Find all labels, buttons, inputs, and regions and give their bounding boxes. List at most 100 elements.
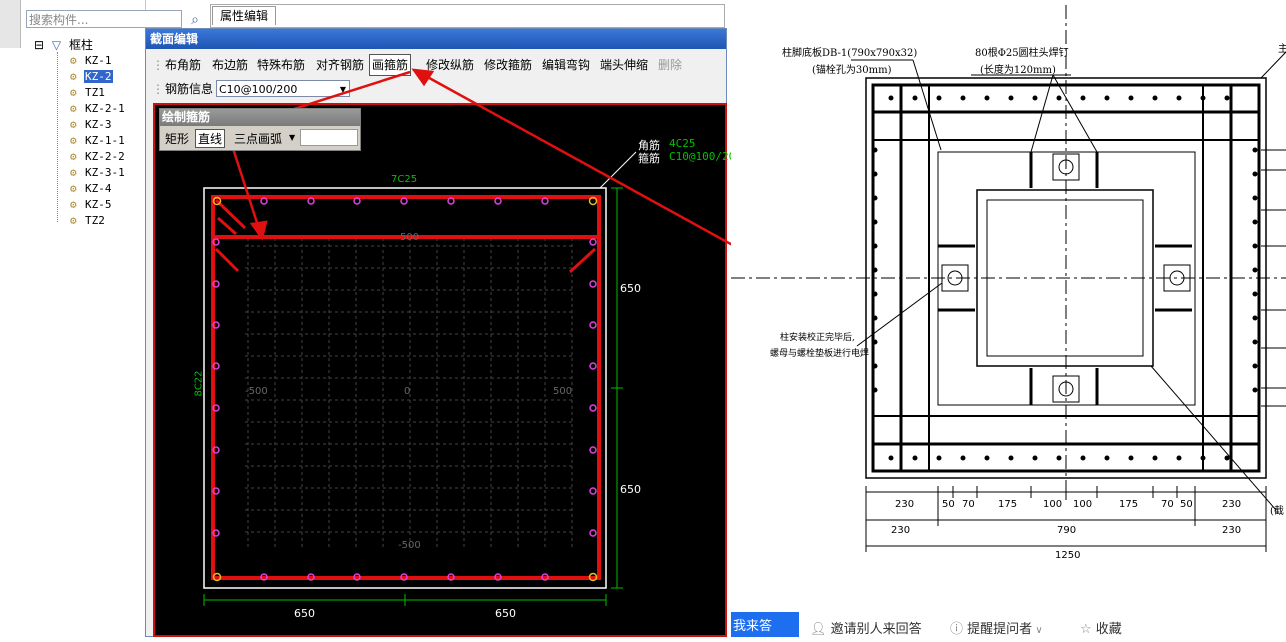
collect-label: 收藏 <box>1095 622 1122 637</box>
reference-rebar-dot <box>936 95 942 101</box>
reference-rebar-dot <box>872 387 878 393</box>
chevron-down-icon: ∨ <box>1032 625 1043 636</box>
reference-rebar-dot <box>1032 455 1038 461</box>
reference-rebar-dot <box>872 363 878 369</box>
hook-line-tl1 <box>214 198 247 230</box>
invite-button[interactable]: 👤︎ 邀请别人来回答 <box>810 618 922 637</box>
grid-label-top: 500 <box>400 232 420 243</box>
reference-rebar-dot <box>1104 455 1110 461</box>
reference-rebar-dot <box>872 315 878 321</box>
reference-rebar-dot <box>1252 363 1258 369</box>
note-base-plate: 柱脚底板DB-1(790x790x32) <box>782 48 918 59</box>
reference-rebar-dot <box>912 95 918 101</box>
collect-button[interactable]: ☆ 收藏 <box>1080 618 1122 637</box>
reference-rebar-dot <box>1200 455 1206 461</box>
dim-bottom-right: 650 <box>495 607 516 620</box>
info-icon: ⓘ <box>950 622 964 637</box>
reference-rebar-dot <box>872 147 878 153</box>
reference-rebar-dot <box>1224 455 1230 461</box>
answer-button[interactable]: 我来答 <box>731 612 799 637</box>
note-install: 柱安装校正完毕后, <box>780 333 855 343</box>
reference-rebar-dot <box>936 455 942 461</box>
side-rebar-label: 8C22 <box>193 370 205 397</box>
remind-label: 提醒提问者 <box>967 622 1033 637</box>
dim-row1-value: 175 <box>998 499 1018 510</box>
edge-rebar <box>589 404 597 412</box>
shape-arc-button[interactable]: 三点画弧 <box>234 130 282 147</box>
reference-rebar-dot <box>960 455 966 461</box>
reference-rebar-dot <box>1200 95 1206 101</box>
grid-label-bottom: -500 <box>398 540 421 551</box>
reference-rebar-dot <box>1176 95 1182 101</box>
reference-rebar-dot <box>1152 95 1158 101</box>
remind-button[interactable]: ⓘ 提醒提问者 ∨ <box>950 618 1043 637</box>
edge-rebar <box>589 446 597 454</box>
reference-rebar-dot <box>1056 455 1062 461</box>
grid-label-left: -500 <box>245 386 268 397</box>
dim-row1-value: 230 <box>895 499 915 510</box>
top-rebar-label: 7C25 <box>391 174 418 185</box>
reference-rebar-dot <box>872 195 878 201</box>
edge-rebar <box>589 238 597 246</box>
reference-rebar-dot <box>1252 315 1258 321</box>
note-install-weld: 螺母与螺栓垫板进行电焊 <box>770 349 870 359</box>
edge-rebar <box>589 321 597 329</box>
chevron-down-icon[interactable]: ▼ <box>289 133 295 142</box>
reference-rebar-dot <box>1104 95 1110 101</box>
reference-rebar-dot <box>872 339 878 345</box>
person-icon: 👤︎ <box>810 622 827 637</box>
reference-rebar-dot <box>1252 219 1258 225</box>
dim-right-upper: 650 <box>620 282 641 295</box>
reference-rebar-dot <box>1252 147 1258 153</box>
corner-rebar-value: 4C25 <box>669 137 696 150</box>
reference-rebar-dot <box>1152 455 1158 461</box>
note-studs-length: (长度为120mm) <box>980 65 1056 76</box>
reference-rebar-dot <box>888 95 894 101</box>
note-base-plate-hole: (锚栓孔为30mm) <box>812 65 892 76</box>
reference-rebar-dot <box>1252 291 1258 297</box>
reference-rebar-dot <box>912 455 918 461</box>
dim-row1-value: 100 <box>1073 499 1093 510</box>
dim-row1-value: 230 <box>1222 499 1242 510</box>
reference-rebar-dot <box>872 291 878 297</box>
reference-rebar-dot <box>984 95 990 101</box>
reference-rebar-dot <box>1252 267 1258 273</box>
reference-drawing <box>731 5 1286 552</box>
grid-label-center: 0 <box>404 386 411 397</box>
edge-rebar <box>589 280 597 288</box>
draw-stirrup-title: 绘制箍筋 <box>160 109 360 126</box>
note-right-edge: (截 <box>1270 506 1284 517</box>
hook-line-l <box>214 247 240 273</box>
dim-row1-value: 175 <box>1119 499 1139 510</box>
edge-rebar <box>589 362 597 370</box>
reference-rebar-dot <box>872 243 878 249</box>
note-studs: 80根Φ25圆柱头焊钉 <box>975 48 1069 59</box>
reference-rebar-dot <box>1252 195 1258 201</box>
dim-bottom-left: 650 <box>294 607 315 620</box>
reference-rebar-dot <box>1252 387 1258 393</box>
reference-rebar-dot <box>872 267 878 273</box>
edge-rebar <box>589 529 597 537</box>
reference-rebar-dot <box>1008 95 1014 101</box>
dim-row1-value: 70 <box>1161 499 1174 510</box>
dim-right-lower: 650 <box>620 483 641 496</box>
reference-rebar-dot <box>1032 95 1038 101</box>
note-top-right: 主 <box>1278 44 1286 55</box>
dim-row2-right: 230 <box>1222 525 1242 536</box>
reference-rebar-dot <box>960 95 966 101</box>
invite-label: 邀请别人来回答 <box>830 622 922 637</box>
grid-label-right: 500 <box>553 386 573 397</box>
reference-rebar-dot <box>1128 455 1134 461</box>
arc-option-select[interactable] <box>300 129 358 146</box>
shape-rectangle-button[interactable]: 矩形 <box>165 130 189 147</box>
reference-rebar-dot <box>1252 243 1258 249</box>
hook-line-tl2 <box>217 216 237 236</box>
star-icon: ☆ <box>1080 622 1092 637</box>
reference-rebar-dot <box>1128 95 1134 101</box>
dim-row1-value: 70 <box>962 499 975 510</box>
reference-rebar-dot <box>1252 339 1258 345</box>
shape-line-button[interactable]: 直线 <box>195 129 226 148</box>
reference-rebar-dot <box>1056 95 1062 101</box>
hook-line-r <box>568 247 597 274</box>
reference-rebar-dot <box>1008 455 1014 461</box>
